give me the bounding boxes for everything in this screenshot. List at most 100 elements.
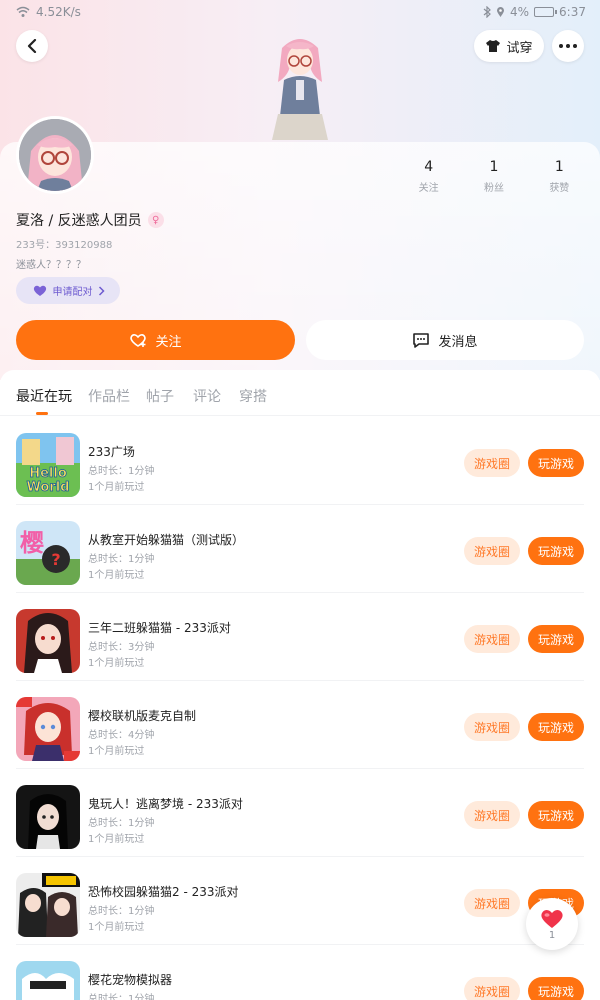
game-circle-button[interactable]: 游戏圈 — [464, 537, 520, 565]
game-list-item[interactable]: 樱 ? 从教室开始躲猫猫（测试版） 总时长：1分钟 1个月前玩过 游戏圈 玩游戏 — [16, 505, 584, 593]
avatar-full-body-image — [272, 39, 328, 140]
floating-like-button[interactable]: 1 — [526, 898, 578, 950]
profile-stats: 4 关注 1 粉丝 1 获赞 — [396, 159, 592, 194]
tab-recently-played[interactable]: 最近在玩 — [16, 386, 72, 406]
game-title: 从教室开始躲猫猫（测试版） — [88, 533, 245, 547]
play-game-button[interactable]: 玩游戏 — [528, 537, 584, 565]
content-tabs: 最近在玩 作品栏 帖子 评论 穿搭 — [0, 370, 600, 416]
send-message-label: 发消息 — [438, 334, 478, 350]
game-list-item[interactable]: 樱花宠物模拟器 总时长：1分钟 游戏圈 玩游戏 — [16, 945, 584, 1000]
tab-works[interactable]: 作品栏 — [88, 386, 130, 406]
game-thumbnail — [16, 961, 80, 1000]
status-bar: 4.52K/s 4% 6:37 — [0, 0, 600, 26]
game-circle-button[interactable]: 游戏圈 — [464, 625, 520, 653]
thumb-text-question: ? — [51, 550, 60, 569]
like-count: 1 — [548, 929, 556, 941]
more-options-button[interactable] — [552, 30, 584, 62]
play-game-button[interactable]: 玩游戏 — [528, 713, 584, 741]
chevron-left-icon — [27, 39, 37, 53]
stat-following-value: 4 — [424, 159, 434, 175]
game-thumbnail: Hello World — [16, 433, 80, 497]
game-list-item[interactable]: 鬼玩人！逃离梦境 - 233派对 总时长：1分钟 1个月前玩过 游戏圈 玩游戏 — [16, 769, 584, 857]
avatar[interactable] — [16, 116, 94, 194]
game-duration: 总时长：1分钟 — [88, 906, 155, 917]
game-last-played: 1个月前玩过 — [88, 658, 145, 669]
back-button[interactable] — [16, 30, 48, 62]
more-dots-icon — [559, 44, 577, 48]
game-thumbnail — [16, 609, 80, 673]
game-duration: 总时长：1分钟 — [88, 994, 155, 1000]
game-thumbnail — [16, 873, 80, 937]
game-circle-button[interactable]: 游戏圈 — [464, 889, 520, 917]
thumb-text-world: World — [27, 480, 70, 495]
stat-likes-value: 1 — [554, 159, 564, 175]
stat-fans-label: 粉丝 — [483, 183, 504, 194]
stat-likes[interactable]: 1 获赞 — [527, 159, 592, 194]
game-circle-button[interactable]: 游戏圈 — [464, 801, 520, 829]
tshirt-icon — [486, 40, 501, 52]
heart-icon — [541, 909, 563, 928]
play-game-button[interactable]: 玩游戏 — [528, 977, 584, 1000]
tab-comments[interactable]: 评论 — [193, 386, 221, 406]
game-thumbnail: 樱 ? — [16, 521, 80, 585]
thumb-text-sakura: 樱 — [20, 529, 44, 557]
game-circle-button[interactable]: 游戏圈 — [464, 449, 520, 477]
game-circle-button[interactable]: 游戏圈 — [464, 977, 520, 1000]
game-list-item[interactable]: 三年二班躲猫猫 - 233派对 总时长：3分钟 1个月前玩过 游戏圈 玩游戏 — [16, 593, 584, 681]
game-title: 三年二班躲猫猫 - 233派对 — [88, 621, 231, 635]
game-list-item[interactable]: 恐怖校园躲猫猫2 - 233派对 总时长：1分钟 1个月前玩过 游戏圈 玩游戏 — [16, 857, 584, 945]
game-title: 鬼玩人！逃离梦境 - 233派对 — [88, 797, 243, 811]
game-last-played: 1个月前玩过 — [88, 834, 145, 845]
username: 夏洛 / 反迷惑人团员 ♀ — [16, 210, 164, 230]
game-duration: 总时长：3分钟 — [88, 642, 155, 653]
stat-fans[interactable]: 1 粉丝 — [461, 159, 526, 194]
play-game-button[interactable]: 玩游戏 — [528, 625, 584, 653]
game-title: 233广场 — [88, 445, 135, 459]
add-follow-heart-icon — [130, 334, 147, 347]
chevron-right-icon — [98, 285, 105, 296]
female-gender-icon: ♀ — [147, 212, 164, 228]
game-list-item[interactable]: Hello World 233广场 总时长：1分钟 1个月前玩过 游戏圈 玩游戏 — [16, 417, 584, 505]
send-message-button[interactable]: 发消息 — [306, 320, 584, 360]
active-tab-indicator — [36, 412, 48, 415]
try-on-button[interactable]: 试穿 — [474, 30, 544, 62]
game-duration: 总时长：1分钟 — [88, 466, 155, 477]
game-list-item[interactable]: 樱校联机版麦克自制 总时长：4分钟 1个月前玩过 游戏圈 玩游戏 — [16, 681, 584, 769]
tab-posts[interactable]: 帖子 — [146, 386, 174, 406]
battery-icon — [534, 7, 558, 17]
tab-outfits[interactable]: 穿搭 — [239, 386, 267, 406]
location-icon — [497, 7, 504, 18]
game-last-played: 1个月前玩过 — [88, 922, 145, 933]
game-thumbnail — [16, 697, 80, 761]
stat-likes-label: 获赞 — [549, 183, 570, 194]
wifi-icon — [16, 6, 30, 17]
apply-match-label: 申请配对 — [52, 287, 93, 298]
play-game-button[interactable]: 玩游戏 — [528, 449, 584, 477]
game-title: 樱花宠物模拟器 — [88, 973, 173, 987]
follow-button[interactable]: 关注 — [16, 320, 295, 360]
game-circle-button[interactable]: 游戏圈 — [464, 713, 520, 741]
avatar-image — [19, 119, 91, 191]
username-text: 夏洛 / 反迷惑人团员 — [16, 213, 142, 229]
battery-percent: 4% — [510, 5, 530, 19]
game-last-played: 1个月前玩过 — [88, 746, 145, 757]
network-speed: 4.52K/s — [36, 5, 81, 19]
stat-following-label: 关注 — [418, 183, 439, 194]
bluetooth-icon — [483, 6, 491, 18]
apply-match-button[interactable]: 申请配对 — [16, 277, 120, 304]
game-duration: 总时长：1分钟 — [88, 554, 155, 565]
game-last-played: 1个月前玩过 — [88, 570, 145, 581]
thumb-text-hello: Hello — [29, 466, 67, 481]
play-game-button[interactable]: 玩游戏 — [528, 801, 584, 829]
try-on-label: 试穿 — [506, 40, 533, 56]
follow-label: 关注 — [155, 334, 182, 350]
game-title: 恐怖校园躲猫猫2 - 233派对 — [88, 885, 239, 899]
game-last-played: 1个月前玩过 — [88, 482, 145, 493]
stat-following[interactable]: 4 关注 — [396, 159, 461, 194]
message-bubble-icon — [413, 333, 430, 348]
user-id: 233号：393120988 — [16, 240, 113, 251]
game-duration: 总时长：4分钟 — [88, 730, 155, 741]
game-thumbnail — [16, 785, 80, 849]
heart-icon — [33, 285, 46, 296]
clock: 6:37 — [559, 5, 586, 19]
